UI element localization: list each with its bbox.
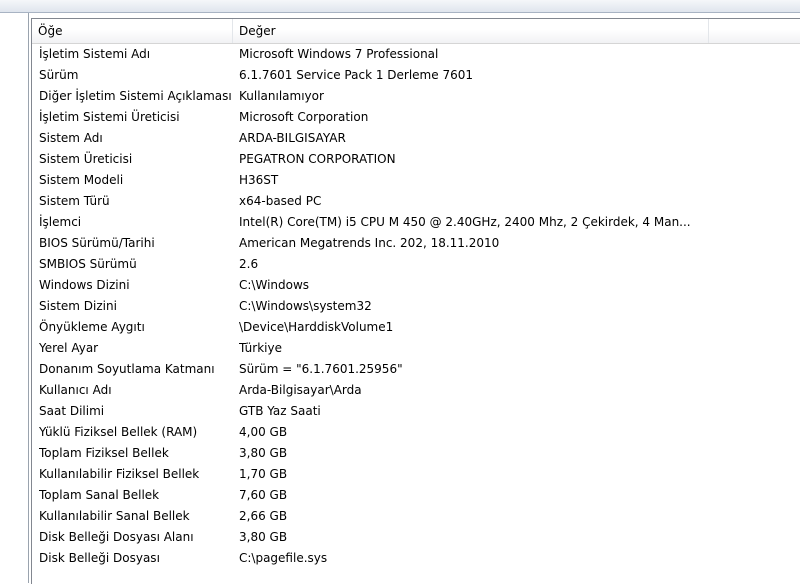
list-header: Öğe Değer — [32, 19, 800, 44]
row-value: Intel(R) Core(TM) i5 CPU M 450 @ 2.40GHz… — [239, 215, 691, 229]
list-row[interactable]: Diğer İşletim Sistemi Açıklaması Kullanıl… — [32, 86, 800, 107]
list-row[interactable]: Sistem Üreticisi PEGATRON CORPORATION — [32, 149, 800, 170]
list-row[interactable]: İşletim Sistemi Adı Microsoft Windows 7 P… — [32, 44, 800, 65]
system-summary-list[interactable]: Öğe Değer İşletim Sistemi Adı Microsoft W… — [31, 18, 800, 584]
row-item-label: Disk Belleği Dosyası Alanı — [39, 530, 194, 544]
row-item-label: Diğer İşletim Sistemi Açıklaması — [39, 89, 232, 103]
list-row[interactable]: İşlemci Intel(R) Core(TM) i5 CPU M 450 @ … — [32, 212, 800, 233]
row-item-label: BIOS Sürümü/Tarihi — [39, 236, 155, 250]
row-item-label: Saat Dilimi — [39, 404, 105, 418]
row-item-label: Sistem Adı — [39, 131, 103, 145]
row-item-label: Toplam Sanal Bellek — [39, 488, 160, 502]
row-value: American Megatrends Inc. 202, 18.11.2010 — [239, 236, 500, 250]
column-header-filler — [709, 19, 800, 43]
row-value: Arda-Bilgisayar\Arda — [239, 383, 362, 397]
list-row[interactable]: Toplam Sanal Bellek 7,60 GB — [32, 485, 800, 506]
list-row[interactable]: Kullanılabilir Sanal Bellek 2,66 GB — [32, 506, 800, 527]
list-row[interactable]: Disk Belleği Dosyası Alanı 3,80 GB — [32, 527, 800, 548]
row-value: 1,70 GB — [239, 467, 288, 481]
row-value: \Device\HarddiskVolume1 — [239, 320, 394, 334]
row-item-label: İşlemci — [39, 215, 82, 229]
list-row[interactable]: Donanım Soyutlama Katmanı Sürüm = "6.1.76… — [32, 359, 800, 380]
row-item-label: Sistem Türü — [39, 194, 110, 208]
row-item-label: İşletim Sistemi Adı — [39, 47, 151, 61]
row-item-label: Kullanılabilir Sanal Bellek — [39, 509, 190, 523]
row-item-label: Sürüm — [39, 68, 79, 82]
row-value: Microsoft Windows 7 Professional — [239, 47, 439, 61]
list-row[interactable]: SMBIOS Sürümü 2.6 — [32, 254, 800, 275]
list-rows: İşletim Sistemi Adı Microsoft Windows 7 P… — [32, 44, 800, 569]
row-item-label: Toplam Fiziksel Bellek — [39, 446, 169, 460]
row-item-label: Sistem Dizini — [39, 299, 117, 313]
list-row[interactable]: Önyükleme Aygıtı \Device\HarddiskVolume1 — [32, 317, 800, 338]
category-tree-pane[interactable] — [0, 13, 29, 583]
row-item-label: Yüklü Fiziksel Bellek (RAM) — [39, 425, 198, 439]
list-row[interactable]: Sistem Türü x64-based PC — [32, 191, 800, 212]
row-item-label: Windows Dizini — [39, 278, 130, 292]
list-row[interactable]: Sürüm 6.1.7601 Service Pack 1 Derleme 760… — [32, 65, 800, 86]
row-item-label: Önyükleme Aygıtı — [39, 320, 145, 334]
list-row[interactable]: Disk Belleği Dosyası C:\pagefile.sys — [32, 548, 800, 569]
row-value: 2,66 GB — [239, 509, 288, 523]
list-row[interactable]: Sistem Modeli H36ST — [32, 170, 800, 191]
column-header-item[interactable]: Öğe — [32, 19, 233, 43]
list-row[interactable]: Windows Dizini C:\Windows — [32, 275, 800, 296]
row-value: x64-based PC — [239, 194, 322, 208]
row-value: ARDA-BILGISAYAR — [239, 131, 346, 145]
row-value: 7,60 GB — [239, 488, 288, 502]
list-row[interactable]: Kullanılabilir Fiziksel Bellek 1,70 GB — [32, 464, 800, 485]
list-row[interactable]: Saat Dilimi GTB Yaz Saati — [32, 401, 800, 422]
list-row[interactable]: BIOS Sürümü/Tarihi American Megatrends In… — [32, 233, 800, 254]
row-value: GTB Yaz Saati — [239, 404, 321, 418]
list-row[interactable]: Kullanıcı Adı Arda-Bilgisayar\Arda — [32, 380, 800, 401]
row-item-label: Donanım Soyutlama Katmanı — [39, 362, 215, 376]
row-value: 6.1.7601 Service Pack 1 Derleme 7601 — [239, 68, 473, 82]
row-item-label: Disk Belleği Dosyası — [39, 551, 160, 565]
row-item-label: SMBIOS Sürümü — [39, 257, 137, 271]
row-item-label: Yerel Ayar — [39, 341, 99, 355]
row-item-label: İşletim Sistemi Üreticisi — [39, 110, 180, 124]
row-value: 4,00 GB — [239, 425, 288, 439]
list-row[interactable]: Toplam Fiziksel Bellek 3,80 GB — [32, 443, 800, 464]
row-item-label: Sistem Modeli — [39, 173, 124, 187]
row-value: C:\Windows\system32 — [239, 299, 372, 313]
row-value: Sürüm = "6.1.7601.25956" — [239, 362, 403, 376]
row-value: 3,80 GB — [239, 446, 288, 460]
list-row[interactable]: Yüklü Fiziksel Bellek (RAM) 4,00 GB — [32, 422, 800, 443]
row-value: Microsoft Corporation — [239, 110, 369, 124]
row-item-label: Kullanılabilir Fiziksel Bellek — [39, 467, 200, 481]
list-row[interactable]: İşletim Sistemi Üreticisi Microsoft Corpo… — [32, 107, 800, 128]
toolbar-strip — [0, 0, 800, 13]
list-row[interactable]: Yerel Ayar Türkiye — [32, 338, 800, 359]
list-row[interactable]: Sistem Dizini C:\Windows\system32 — [32, 296, 800, 317]
column-header-value[interactable]: Değer — [233, 19, 709, 43]
row-item-label: Sistem Üreticisi — [39, 152, 133, 166]
row-value: 2.6 — [239, 257, 259, 271]
row-value: Türkiye — [239, 341, 282, 355]
row-value: H36ST — [239, 173, 279, 187]
list-row[interactable]: Sistem Adı ARDA-BILGISAYAR — [32, 128, 800, 149]
row-value: 3,80 GB — [239, 530, 288, 544]
row-value: Kullanılamıyor — [239, 89, 324, 103]
row-item-label: Kullanıcı Adı — [39, 383, 112, 397]
row-value: C:\pagefile.sys — [239, 551, 328, 565]
row-value: C:\Windows — [239, 278, 310, 292]
row-value: PEGATRON CORPORATION — [239, 152, 396, 166]
